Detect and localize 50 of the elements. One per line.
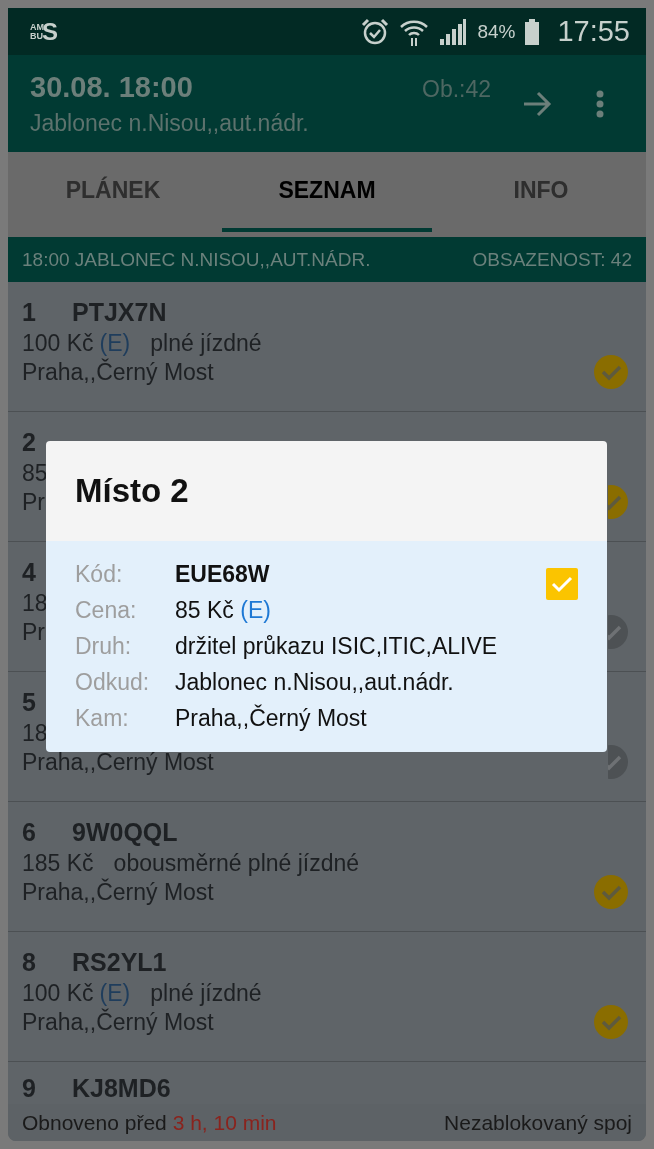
- field-value: 85 Kč: [175, 597, 234, 623]
- departure-stop: Jablonec n.Nisou,,aut.nádr.: [30, 109, 310, 137]
- dialog-title: Místo 2: [75, 472, 189, 510]
- destination: Praha,,Černý Most: [22, 748, 214, 776]
- fare-type: plné jízdné: [150, 980, 262, 1007]
- ticket-price: 185 Kč: [22, 850, 94, 877]
- refreshed-label: Obnoveno před: [22, 1110, 167, 1134]
- ticket-code: PTJX7N: [72, 298, 167, 326]
- destination: Praha,,Černý Most: [22, 1008, 214, 1036]
- field-label: Cena:: [75, 596, 138, 625]
- destination: Pr: [22, 488, 45, 516]
- discount-mark: (E): [99, 330, 131, 357]
- field-value: Jablonec n.Nisou,,aut.nádr.: [175, 669, 454, 695]
- field-label: Odkud:: [75, 668, 151, 697]
- field-value: Praha,,Černý Most: [175, 705, 367, 731]
- ticket-price: 100 Kč: [22, 980, 94, 1007]
- discount-mark: (E): [99, 980, 131, 1007]
- occupancy-label: Ob.:42: [422, 75, 492, 103]
- departure-title: 30.08. 18:00: [30, 70, 194, 104]
- field-label: Kód:: [75, 560, 124, 589]
- fare-type: plné jízdné: [150, 330, 262, 357]
- seat-number: 8: [22, 948, 37, 976]
- field-label: Kam:: [75, 704, 130, 733]
- seat-number: 2: [22, 428, 37, 456]
- fare-type: obousměrné plné jízdné: [113, 850, 360, 877]
- destination: Praha,,Černý Most: [22, 878, 214, 906]
- seat-number: 9: [22, 1074, 37, 1102]
- seat-number: 4: [22, 558, 37, 586]
- destination: Praha,,Černý Most: [22, 358, 214, 386]
- ticket-code: 9W0QQL: [72, 818, 178, 846]
- refresh-age: 3 h, 10 min: [172, 1110, 277, 1134]
- ticket-price: 85: [22, 460, 48, 487]
- ticket-price: 18: [22, 720, 48, 747]
- ticket-code: RS2YL1: [72, 948, 167, 976]
- field-value: EUE68W: [175, 561, 270, 587]
- departure-header: 18:00 JABLONEC N.NISOU,,AUT.NÁDR.: [22, 248, 371, 271]
- ticket-price: 18: [22, 590, 48, 617]
- field-label: Druh:: [75, 632, 133, 661]
- discount-mark: (E): [240, 597, 271, 623]
- seat-number: 6: [22, 818, 37, 846]
- ticket-price: 100 Kč: [22, 330, 94, 357]
- destination: Pr: [22, 618, 45, 646]
- clock-time: 17:55: [557, 15, 630, 48]
- occupancy-header: OBSAZENOST: 42: [472, 248, 632, 271]
- seat-number: 5: [22, 688, 37, 716]
- seat-number: 1: [22, 298, 37, 326]
- connection-state: Nezablokovaný spoj: [444, 1110, 632, 1135]
- ticket-code: KJ8MD6: [72, 1074, 171, 1102]
- battery-percent: 84%: [477, 20, 516, 43]
- field-value: držitel průkazu ISIC,ITIC,ALIVE: [175, 633, 498, 659]
